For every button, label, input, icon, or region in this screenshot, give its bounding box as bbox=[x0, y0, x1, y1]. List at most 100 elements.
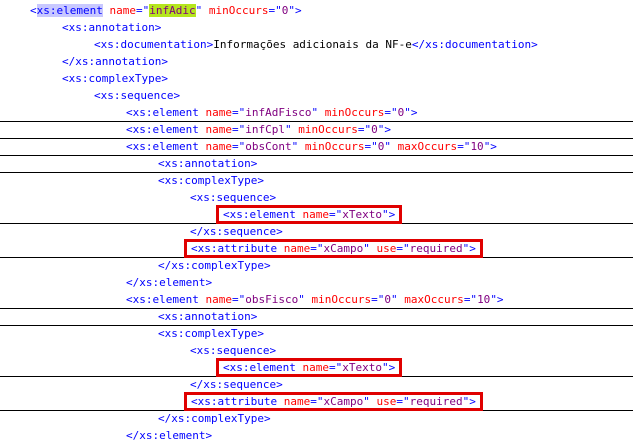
code-token: name bbox=[205, 106, 232, 119]
code-token: =" bbox=[231, 123, 246, 136]
code-token: =" bbox=[396, 395, 410, 408]
code-token: name bbox=[205, 123, 232, 136]
code-token: minOccurs bbox=[311, 293, 372, 306]
code-token: =" bbox=[463, 293, 478, 306]
code-token: maxOccurs bbox=[404, 293, 464, 306]
code-token: < bbox=[30, 4, 37, 17]
code-line: <xs:element name="xTexto"> bbox=[0, 205, 633, 224]
code-token: minOccurs bbox=[208, 4, 269, 17]
code-token: required bbox=[409, 395, 463, 408]
code-token: <xs:annotation> bbox=[158, 310, 258, 323]
code-token: =" bbox=[371, 293, 385, 306]
code-token: use bbox=[376, 242, 397, 255]
code-token: <xs:element bbox=[223, 208, 303, 221]
code-line: </xs:complexType> bbox=[0, 410, 633, 427]
code-token: </xs:sequence> bbox=[190, 378, 283, 391]
code-token: <xs:sequence> bbox=[94, 89, 181, 102]
code-token: " bbox=[390, 293, 405, 306]
code-token: </xs:annotation> bbox=[62, 55, 168, 68]
code-token: " bbox=[311, 106, 325, 119]
code-token: " bbox=[363, 242, 377, 255]
code-token: name bbox=[283, 242, 311, 255]
code-token: =" bbox=[328, 208, 343, 221]
code-token: <xs:element bbox=[126, 293, 206, 306]
code-text: </xs:sequence> bbox=[190, 376, 283, 393]
code-token: xTexto bbox=[342, 361, 382, 374]
code-line: <xs:annotation> bbox=[0, 308, 633, 326]
code-token: "> bbox=[462, 395, 476, 408]
code-token: "> bbox=[404, 106, 418, 119]
code-token: <xs:element bbox=[126, 123, 206, 136]
code-line: </xs:sequence> bbox=[0, 376, 633, 393]
code-token: 10 bbox=[470, 140, 484, 153]
code-text: <xs:element name="infAdic" minOccurs="0"… bbox=[30, 2, 302, 19]
code-line: <xs:complexType> bbox=[0, 70, 633, 87]
code-token: minOccurs bbox=[324, 106, 385, 119]
code-token: =" bbox=[231, 140, 246, 153]
code-token: "> bbox=[381, 208, 396, 221]
code-text: <xs:sequence> bbox=[190, 189, 276, 206]
code-line: <xs:attribute name="xCampo" use="require… bbox=[0, 392, 633, 411]
code-text: <xs:sequence> bbox=[94, 87, 180, 104]
code-token: infAdFisco bbox=[245, 106, 312, 119]
code-text: <xs:sequence> bbox=[190, 342, 276, 359]
code-token: minOccurs bbox=[304, 140, 365, 153]
code-line: <xs:element name="infAdFisco" minOccurs=… bbox=[0, 104, 633, 122]
code-token: </xs:element> bbox=[126, 429, 213, 442]
code-token: name bbox=[205, 140, 232, 153]
code-text: </xs:element> bbox=[126, 427, 212, 444]
code-token: =" bbox=[328, 361, 343, 374]
code-text: <xs:element name="obsCont" minOccurs="0"… bbox=[126, 138, 497, 155]
code-token: "> bbox=[490, 293, 504, 306]
code-token: "> bbox=[483, 140, 497, 153]
code-line: <xs:complexType> bbox=[0, 325, 633, 342]
code-token: </xs:documentation> bbox=[411, 38, 538, 51]
code-token: infAdic bbox=[149, 4, 196, 17]
code-token: </xs:sequence> bbox=[190, 225, 283, 238]
code-token: "> bbox=[381, 361, 396, 374]
code-token: =" bbox=[396, 242, 410, 255]
code-token: 0 bbox=[371, 123, 378, 136]
code-token: name bbox=[283, 395, 311, 408]
code-token: =" bbox=[384, 106, 398, 119]
code-text: <xs:annotation> bbox=[62, 19, 161, 36]
code-token: =" bbox=[135, 4, 150, 17]
code-line: <xs:complexType> bbox=[0, 172, 633, 189]
code-line: </xs:complexType> bbox=[0, 257, 633, 274]
code-line: <xs:element name="infCpl" minOccurs="0"> bbox=[0, 121, 633, 139]
code-text: </xs:element> bbox=[126, 274, 212, 291]
code-token: <xs:element bbox=[126, 106, 206, 119]
code-token: <xs:attribute bbox=[191, 242, 284, 255]
code-text: <xs:annotation> bbox=[158, 155, 257, 172]
code-token: xs:element bbox=[36, 4, 103, 17]
code-token: " bbox=[291, 140, 305, 153]
code-line: <xs:element name="xTexto"> bbox=[0, 358, 633, 377]
code-line: <xs:sequence> bbox=[0, 342, 633, 359]
code-token: xTexto bbox=[342, 208, 382, 221]
code-line: <xs:sequence> bbox=[0, 87, 633, 104]
code-line: </xs:annotation> bbox=[0, 53, 633, 70]
code-token: =" bbox=[231, 293, 246, 306]
code-token: <xs:annotation> bbox=[62, 21, 162, 34]
code-line: </xs:element> bbox=[0, 427, 633, 444]
code-token: </xs:complexType> bbox=[158, 412, 271, 425]
code-token: <xs:element bbox=[126, 140, 206, 153]
code-line: <xs:attribute name="xCampo" use="require… bbox=[0, 239, 633, 258]
code-line: <xs:annotation> bbox=[0, 155, 633, 173]
highlighted-code: <xs:attribute name="xCampo" use="require… bbox=[184, 392, 483, 411]
code-token: <xs:annotation> bbox=[158, 157, 258, 170]
code-token: "> bbox=[377, 123, 391, 136]
code-text: </xs:complexType> bbox=[158, 257, 271, 274]
code-text: <xs:element name="obsFisco" minOccurs="0… bbox=[126, 291, 504, 308]
code-token: </xs:element> bbox=[126, 276, 213, 289]
code-line: <xs:documentation>Informações adicionais… bbox=[0, 36, 633, 53]
code-token: <xs:sequence> bbox=[190, 191, 277, 204]
code-line: </xs:element> bbox=[0, 274, 633, 291]
code-token: 10 bbox=[477, 293, 491, 306]
code-token: minOccurs bbox=[298, 123, 358, 136]
code-text: <xs:complexType> bbox=[62, 70, 168, 87]
code-text: </xs:sequence> bbox=[190, 223, 283, 240]
code-token: " bbox=[284, 123, 299, 136]
code-line: <xs:element name="obsCont" minOccurs="0"… bbox=[0, 138, 633, 156]
code-token: <xs:complexType> bbox=[158, 174, 264, 187]
